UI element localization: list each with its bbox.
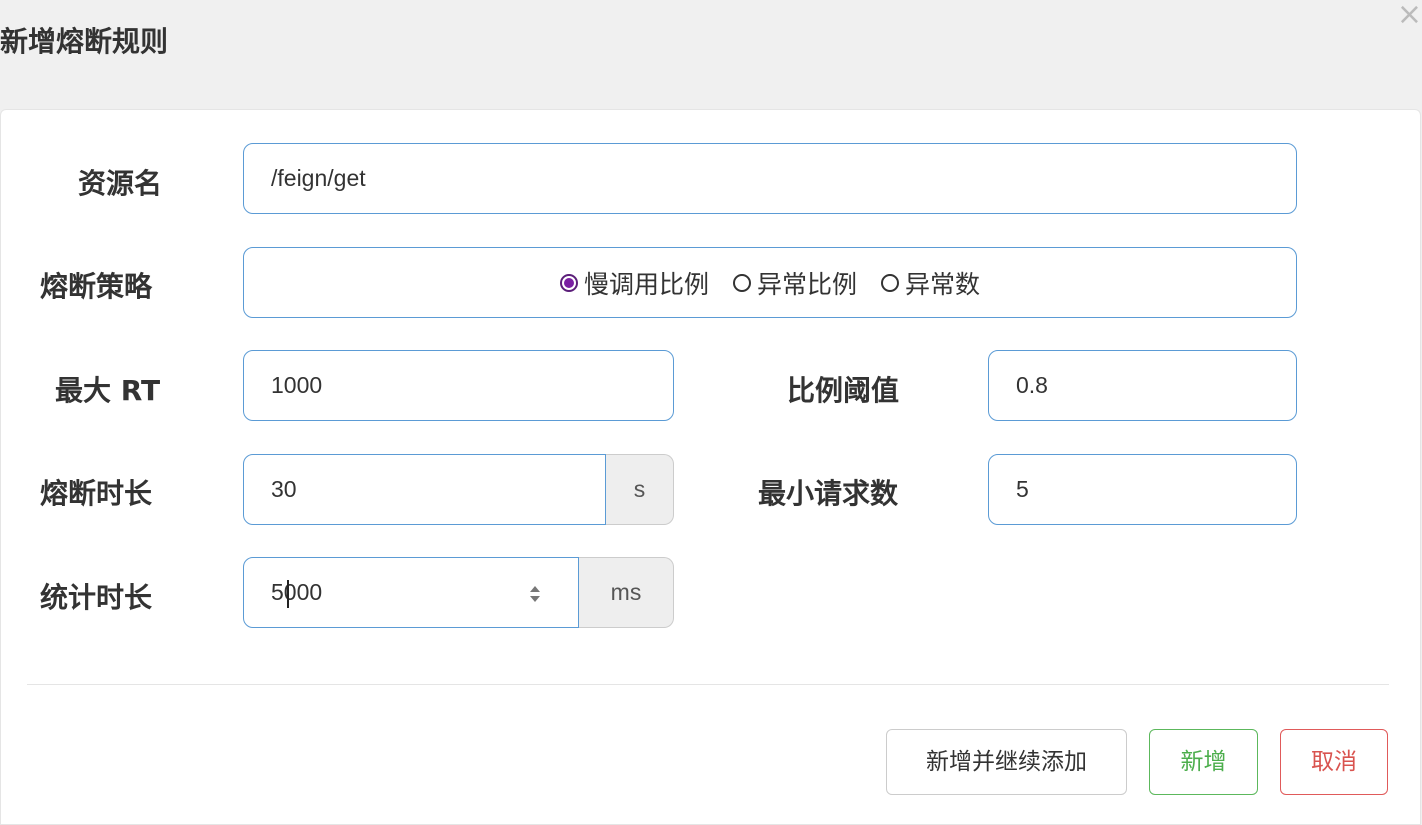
cancel-button[interactable]: 取消 xyxy=(1280,729,1388,795)
break-duration-input[interactable]: 30 xyxy=(243,454,606,525)
close-icon[interactable]: × xyxy=(1397,0,1422,30)
max-rt-label: 最大 RT xyxy=(55,374,161,407)
add-continue-button[interactable]: 新增并继续添加 xyxy=(886,729,1127,795)
radio-error-count[interactable]: 异常数 xyxy=(881,265,980,301)
min-requests-input[interactable]: 5 xyxy=(988,454,1297,525)
radio-error-count-label: 异常数 xyxy=(905,269,981,299)
radio-unchecked-icon xyxy=(732,273,751,292)
resource-label: 资源名 xyxy=(78,167,163,200)
dialog-title: 新增熔断规则 xyxy=(0,25,169,58)
ratio-threshold-label: 比例阈值 xyxy=(787,374,900,407)
stat-duration-unit: ms xyxy=(579,557,674,628)
add-button[interactable]: 新增 xyxy=(1149,729,1258,795)
break-duration-label: 熔断时长 xyxy=(40,477,153,510)
radio-slow-ratio-label: 慢调用比例 xyxy=(583,269,709,299)
text-caret xyxy=(287,580,289,608)
radio-error-ratio[interactable]: 异常比例 xyxy=(732,265,857,301)
strategy-radio-group: 慢调用比例 异常比例 异常数 xyxy=(243,247,1297,318)
number-spinner-icon[interactable] xyxy=(524,579,546,609)
resource-input[interactable]: /feign/get xyxy=(243,143,1297,214)
stat-duration-label: 统计时长 xyxy=(40,581,153,614)
ratio-threshold-input[interactable]: 0.8 xyxy=(988,350,1297,421)
min-requests-label: 最小请求数 xyxy=(758,477,899,510)
radio-error-ratio-label: 异常比例 xyxy=(756,269,857,299)
dialog-header: 新增熔断规则 × xyxy=(0,0,1422,110)
strategy-label: 熔断策略 xyxy=(40,270,153,303)
radio-checked-icon xyxy=(559,273,578,292)
radio-unchecked-icon xyxy=(881,273,899,292)
max-rt-input[interactable]: 1000 xyxy=(243,350,674,421)
radio-slow-ratio[interactable]: 慢调用比例 xyxy=(559,265,709,301)
footer-divider xyxy=(27,684,1389,685)
break-duration-unit: s xyxy=(606,454,674,525)
